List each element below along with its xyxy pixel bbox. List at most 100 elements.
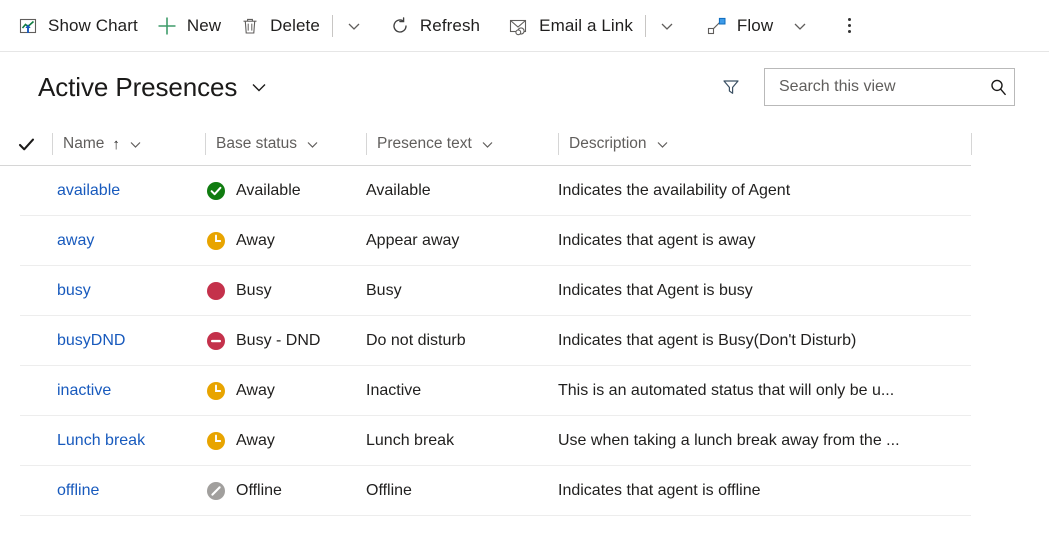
cell-name: available <box>52 166 205 216</box>
base-status-indicator: Available <box>206 181 301 201</box>
email-a-link-button[interactable]: Email a Link <box>499 6 642 46</box>
presence-text-value: Offline <box>366 482 412 499</box>
column-header-name[interactable]: Name ↑ <box>52 122 205 166</box>
row-select-checkbox[interactable] <box>0 266 52 316</box>
cell-name: away <box>52 216 205 266</box>
select-all-checkbox[interactable] <box>0 122 52 166</box>
base-status-label: Away <box>236 232 275 249</box>
table-row[interactable]: inactive Away Inactive This is an automated… <box>0 366 1049 416</box>
column-header-base-status[interactable]: Base status <box>205 122 366 166</box>
checkmark-icon <box>18 138 34 150</box>
record-link[interactable]: offline <box>57 482 99 500</box>
base-status-label: Busy <box>236 282 272 299</box>
row-select-checkbox[interactable] <box>0 416 52 466</box>
presence-text-value: Appear away <box>366 232 460 249</box>
search-box[interactable] <box>764 68 1015 106</box>
base-status-label: Away <box>236 382 275 399</box>
search-input[interactable] <box>777 77 988 97</box>
view-header: Active Presences <box>0 52 1049 122</box>
cell-presence-text: Available <box>366 166 558 216</box>
chevron-down-icon[interactable] <box>305 137 320 152</box>
base-status-indicator: Away <box>206 431 275 451</box>
record-link[interactable]: Lunch break <box>57 432 145 450</box>
cell-base-status: Away <box>205 416 366 466</box>
column-header-presence-text[interactable]: Presence text <box>366 122 558 166</box>
table-row[interactable]: busyDND Busy - DND Do not disturb Indicates… <box>0 316 1049 366</box>
email-dropdown-button[interactable] <box>649 6 685 46</box>
table-row[interactable]: away Away Appear away Indicates that agent … <box>0 216 1049 266</box>
page-title: Active Presences <box>38 71 238 102</box>
column-divider-end <box>971 122 972 166</box>
email-link-icon <box>508 15 530 37</box>
cell-base-status: Busy - DND <box>205 316 366 366</box>
row-select-checkbox[interactable] <box>0 466 52 516</box>
show-chart-button[interactable]: Show Chart <box>8 6 147 46</box>
base-status-indicator: Away <box>206 231 275 251</box>
base-status-label: Offline <box>236 482 282 499</box>
row-select-checkbox[interactable] <box>0 216 52 266</box>
search-icon[interactable] <box>988 77 1009 98</box>
presence-text-value: Lunch break <box>366 432 455 449</box>
cell-presence-text: Inactive <box>366 366 558 416</box>
cell-presence-text: Offline <box>366 466 558 516</box>
arrow-up-icon: ↑ <box>112 135 120 153</box>
cell-name: inactive <box>52 366 205 416</box>
refresh-icon <box>389 15 411 37</box>
busy-icon <box>207 282 225 300</box>
base-status-indicator: Offline <box>206 481 282 501</box>
record-link[interactable]: inactive <box>57 382 111 400</box>
dnd-icon <box>207 332 225 350</box>
chevron-down-icon[interactable] <box>128 137 143 152</box>
delete-button[interactable]: Delete <box>230 6 329 46</box>
table-row[interactable]: Lunch break Away Lunch break Use when takin… <box>0 416 1049 466</box>
flow-dropdown-button[interactable] <box>782 6 818 46</box>
record-link[interactable]: available <box>57 182 120 200</box>
chevron-down-icon[interactable] <box>655 137 670 152</box>
chevron-down-icon[interactable] <box>480 137 495 152</box>
flow-button[interactable]: Flow <box>697 6 782 46</box>
cell-base-status: Away <box>205 216 366 266</box>
offline-icon <box>207 482 225 500</box>
row-select-checkbox[interactable] <box>0 366 52 416</box>
base-status-label: Busy - DND <box>236 332 321 349</box>
description-value: Indicates that agent is away <box>558 232 756 249</box>
refresh-button[interactable]: Refresh <box>380 6 489 46</box>
cell-name: Lunch break <box>52 416 205 466</box>
show-chart-label: Show Chart <box>48 15 138 35</box>
description-value: Indicates the availability of Agent <box>558 182 791 199</box>
table-row[interactable]: busy Busy Busy Indicates that Agent is busy <box>0 266 1049 316</box>
column-header-label: Description <box>569 135 647 152</box>
new-button[interactable]: New <box>147 6 230 46</box>
cell-description: Indicates that agent is offline <box>558 466 978 516</box>
column-header-description[interactable]: Description <box>558 122 971 166</box>
cell-description: Indicates the availability of Agent <box>558 166 978 216</box>
presence-text-value: Inactive <box>366 382 422 399</box>
command-bar-separator-2 <box>644 14 646 37</box>
flow-label: Flow <box>736 15 774 35</box>
delete-dropdown-button[interactable] <box>336 6 372 46</box>
available-icon <box>207 182 225 200</box>
chevron-down-icon <box>348 23 360 30</box>
cell-base-status: Available <box>205 166 366 216</box>
cell-presence-text: Do not disturb <box>366 316 558 366</box>
cell-description: Indicates that agent is Busy(Don't Distu… <box>558 316 978 366</box>
column-divider <box>205 133 206 155</box>
row-select-checkbox[interactable] <box>0 316 52 366</box>
filter-button[interactable] <box>714 70 748 104</box>
table-row[interactable]: offline Offline Offline Indicates that agen… <box>0 466 1049 516</box>
cell-presence-text: Lunch break <box>366 416 558 466</box>
cell-name: busy <box>52 266 205 316</box>
more-commands-button[interactable] <box>832 6 866 46</box>
description-value: Use when taking a lunch break away from … <box>558 432 900 449</box>
row-select-checkbox[interactable] <box>0 166 52 216</box>
presence-text-value: Do not disturb <box>366 332 466 349</box>
record-link[interactable]: busyDND <box>57 332 125 350</box>
table-row[interactable]: available Available Available Indicates the… <box>0 166 1049 216</box>
away-icon <box>207 432 225 450</box>
column-divider <box>52 133 53 155</box>
presence-text-value: Available <box>366 182 431 199</box>
grid-body: available Available Available Indicates the… <box>0 166 1049 516</box>
record-link[interactable]: busy <box>57 282 91 300</box>
view-selector[interactable]: Active Presences <box>38 72 269 103</box>
record-link[interactable]: away <box>57 232 94 250</box>
